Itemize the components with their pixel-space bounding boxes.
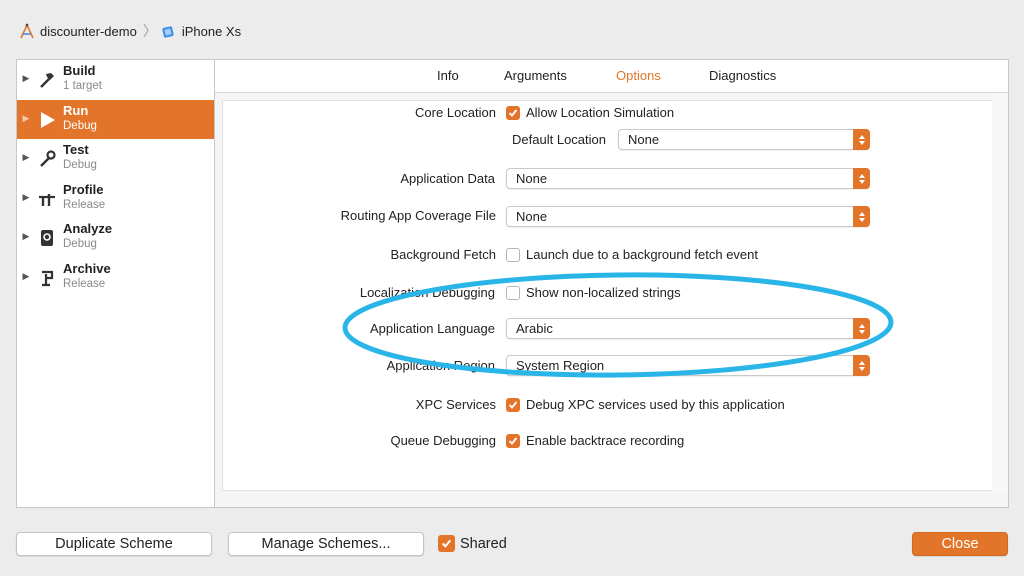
sidebar-item-label: Test: [63, 142, 89, 157]
show-non-localized-strings-checkbox[interactable]: Show non-localized strings: [506, 285, 681, 300]
checkbox-label: Allow Location Simulation: [526, 105, 675, 120]
localization-debugging-label: Localization Debugging: [359, 285, 495, 300]
disclosure-triangle-icon[interactable]: ▶: [17, 73, 35, 84]
popup-value: None: [516, 171, 548, 186]
sidebar-item-sublabel: Debug: [63, 159, 97, 171]
tab-diagnostics[interactable]: Diagnostics: [709, 68, 776, 83]
application-language-label: Application Language: [369, 321, 495, 336]
popup-value: None: [628, 132, 660, 147]
disclosure-triangle-icon[interactable]: ▶: [17, 271, 35, 282]
routing-coverage-popup[interactable]: None: [506, 206, 870, 227]
enable-backtrace-recording-checkbox[interactable]: Enable backtrace recording: [506, 433, 684, 448]
checkmark-icon: [506, 105, 520, 120]
disclosure-triangle-icon[interactable]: ▶: [17, 231, 35, 242]
sidebar-item-analyze[interactable]: ▶ Analyze Debug: [17, 218, 214, 258]
allow-location-simulation-checkbox[interactable]: Allow Location Simulation: [506, 105, 674, 120]
chevron-right-icon: 〉: [142, 23, 157, 39]
popup-arrows-icon: [853, 168, 870, 189]
popup-value: Arabic: [516, 321, 553, 336]
sidebar-item-archive[interactable]: ▶ Archive Release: [17, 258, 214, 298]
application-region-label: Application Region: [386, 358, 495, 373]
popup-value: System Region: [516, 358, 605, 373]
sidebar-item-label: Build: [63, 63, 96, 78]
core-location-label: Core Location: [415, 105, 496, 120]
sidebar-item-sublabel: Debug: [63, 238, 97, 250]
wrench-icon: [35, 147, 59, 171]
disclosure-triangle-icon[interactable]: ▶: [17, 192, 35, 203]
routing-coverage-label: Routing App Coverage File: [340, 208, 496, 223]
duplicate-scheme-button[interactable]: Duplicate Scheme: [16, 532, 212, 556]
sidebar-item-test[interactable]: ▶ Test Debug: [17, 139, 214, 179]
sidebar-item-sublabel: Release: [63, 277, 106, 290]
sidebar-item-sublabel: 1 target: [63, 80, 102, 92]
close-button[interactable]: Close: [912, 532, 1008, 556]
checkbox-label: Debug XPC services used by this applicat…: [526, 397, 785, 412]
popup-value: None: [516, 209, 548, 224]
archive-icon: [35, 266, 59, 290]
hammer-icon: [35, 68, 59, 92]
sidebar-item-label: Run: [63, 102, 89, 118]
xpc-services-label: XPC Services: [415, 397, 496, 412]
disclosure-triangle-icon[interactable]: ▶: [17, 113, 35, 124]
breadcrumb: discounter-demo 〉 iPhone Xs: [18, 20, 241, 42]
checkmark-icon: [506, 433, 520, 448]
breadcrumb-device[interactable]: iPhone Xs: [182, 24, 241, 39]
play-icon: [35, 108, 59, 132]
tab-bar: Info Arguments Options Diagnostics: [215, 60, 1008, 93]
popup-arrows-icon: [853, 129, 870, 150]
sidebar-item-sublabel: Release: [63, 198, 106, 211]
background-fetch-checkbox[interactable]: Launch due to a background fetch event: [506, 247, 758, 262]
checkmark-icon: [438, 535, 455, 552]
application-data-label: Application Data: [400, 171, 495, 186]
sidebar-item-label: Archive: [63, 260, 111, 276]
checkmark-icon: [506, 397, 520, 412]
checkbox-box: [506, 285, 520, 300]
shared-checkbox[interactable]: Shared: [438, 535, 507, 552]
sidebar-item-sublabel: Debug: [63, 119, 97, 132]
disclosure-triangle-icon[interactable]: ▶: [17, 152, 35, 163]
sidebar-item-build[interactable]: ▶ Build 1 target: [17, 60, 214, 100]
scheme-action-sidebar: ▶ Build 1 target ▶ Run Debug ▶ Test Debug ▶…: [16, 59, 214, 508]
application-region-popup[interactable]: System Region: [506, 355, 870, 376]
application-data-popup[interactable]: None: [506, 168, 870, 189]
sidebar-item-label: Analyze: [63, 221, 113, 236]
manage-schemes-button[interactable]: Manage Schemes...: [228, 532, 424, 556]
tab-options[interactable]: Options: [616, 68, 661, 83]
popup-arrows-icon: [853, 206, 870, 227]
instruments-icon: [35, 187, 59, 211]
tab-info[interactable]: Info: [437, 68, 459, 83]
sidebar-item-run[interactable]: ▶ Run Debug: [17, 99, 214, 139]
analyze-icon: [35, 226, 59, 250]
background-fetch-label: Background Fetch: [390, 247, 496, 262]
scrollbar[interactable]: [992, 93, 1008, 493]
tab-arguments[interactable]: Arguments: [504, 68, 567, 83]
checkbox-label: Enable backtrace recording: [526, 433, 685, 448]
checkbox-label: Launch due to a background fetch event: [526, 247, 759, 262]
popup-arrows-icon: [853, 318, 870, 339]
sidebar-item-label: Profile: [63, 181, 104, 197]
application-language-popup[interactable]: Arabic: [506, 318, 870, 339]
debug-xpc-services-checkbox[interactable]: Debug XPC services used by this applicat…: [506, 397, 785, 412]
checkbox-box: [506, 247, 520, 262]
xcode-project-icon: [18, 22, 36, 40]
default-location-label: Default Location: [512, 132, 606, 147]
breadcrumb-project[interactable]: discounter-demo: [40, 24, 137, 39]
sidebar-item-profile[interactable]: ▶ Profile Release: [17, 179, 214, 219]
popup-arrows-icon: [853, 355, 870, 376]
default-location-popup[interactable]: None: [618, 129, 870, 150]
device-icon: [161, 24, 176, 39]
checkbox-label: Show non-localized strings: [526, 285, 681, 300]
shared-label: Shared: [460, 535, 507, 552]
queue-debugging-label: Queue Debugging: [390, 433, 496, 448]
